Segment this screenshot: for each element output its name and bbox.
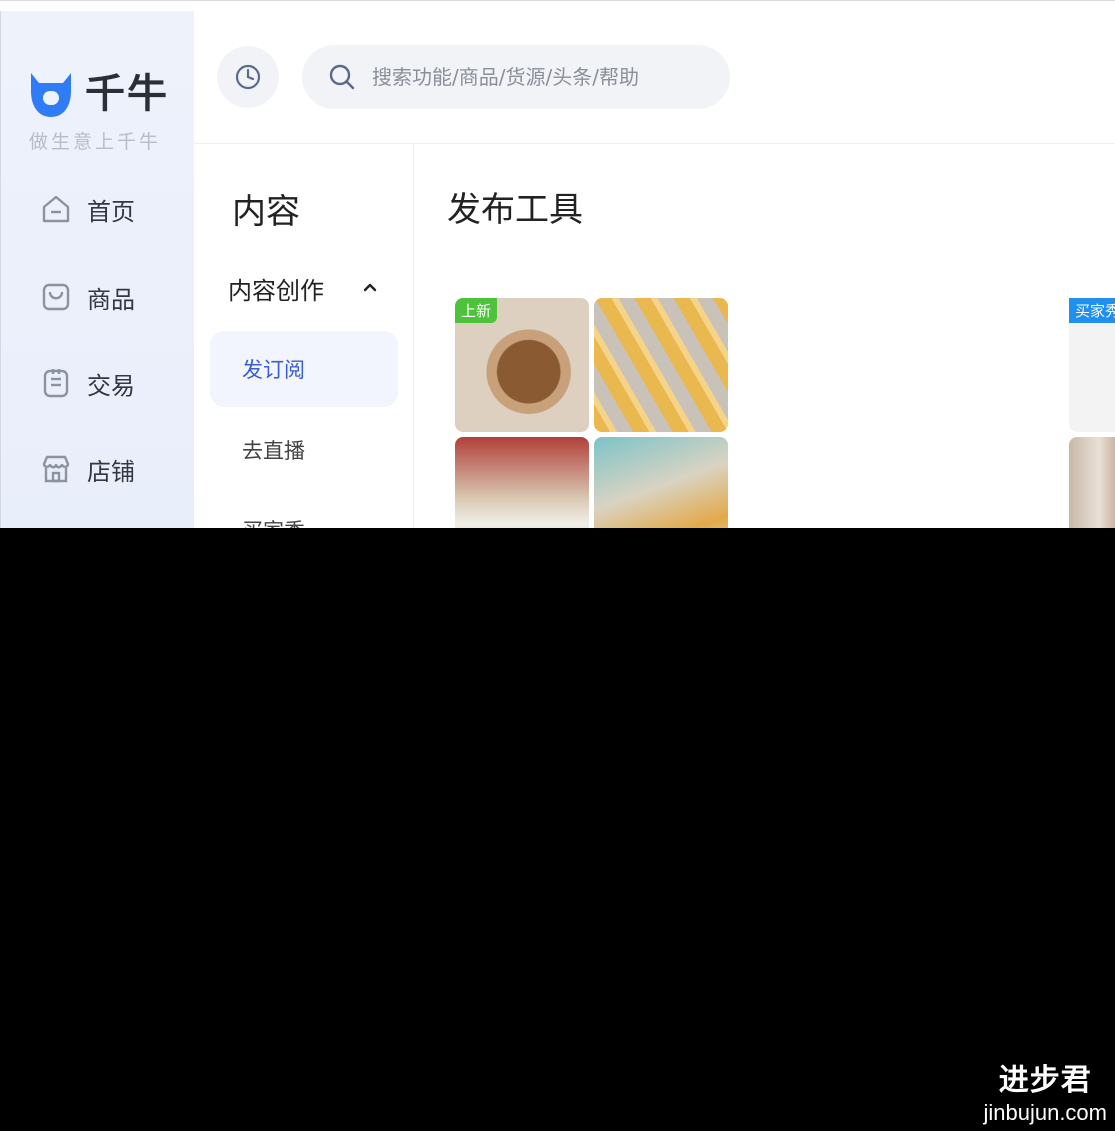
chevron-up-icon (363, 283, 377, 292)
rail-item-label: 交易 (87, 371, 135, 400)
biscuits-image (594, 298, 728, 432)
left-rail: 千牛 做生意上千牛 首页 商品 交易 店铺 (0, 11, 195, 528)
badge-buyer-show: 买家秀 (1069, 298, 1115, 323)
app-logo[interactable]: 千牛 做生意上千牛 (27, 67, 187, 157)
subnav-item-buyer-show[interactable]: 买家秀 (210, 492, 398, 528)
logo-text: 千牛 (85, 71, 169, 117)
main-content: 发布工具 上新 买家秀 (414, 144, 1115, 528)
search-bar[interactable] (302, 45, 730, 109)
clock-icon (235, 64, 261, 90)
rail-item-home[interactable]: 首页 (39, 189, 179, 229)
subnav-item-label: 买家秀 (242, 515, 305, 528)
buyer-show-photo (1069, 437, 1115, 528)
top-bar (194, 11, 1115, 144)
bull-logo-icon (31, 73, 71, 117)
home-icon (42, 195, 70, 223)
buyer-show-preview: 买家秀 (1069, 298, 1115, 432)
search-icon (329, 64, 355, 90)
subnav-title: 内容 (232, 192, 300, 232)
dessert-image (455, 437, 589, 528)
watermark: 进步君 jinbujun.com (983, 1063, 1107, 1127)
main-title: 发布工具 (447, 190, 583, 230)
subnav-item-live[interactable]: 去直播 (210, 412, 398, 488)
history-button[interactable] (217, 46, 279, 108)
order-clipboard-icon (43, 369, 69, 398)
watermark-url: jinbujun.com (983, 1100, 1107, 1125)
rail-item-goods[interactable]: 商品 (39, 277, 179, 317)
shopping-bag-icon (42, 283, 70, 311)
group-label: 内容创作 (228, 276, 324, 305)
nuts-image: 上新 (455, 298, 589, 432)
rail-item-trade[interactable]: 交易 (39, 363, 179, 403)
badge-new: 上新 (455, 298, 498, 323)
watermark-name: 进步君 (998, 1063, 1092, 1098)
rail-item-label: 商品 (87, 285, 135, 314)
logo-slogan: 做生意上千牛 (29, 131, 162, 153)
cheesecake-image (594, 437, 728, 528)
store-icon (42, 455, 70, 483)
rail-item-label: 店铺 (87, 457, 135, 486)
subnav-item-subscription[interactable]: 发订阅 (210, 331, 398, 407)
tool-card-new-product[interactable]: 上新 (455, 298, 731, 528)
subnav-item-label: 去直播 (242, 439, 305, 463)
rail-item-store[interactable]: 店铺 (39, 449, 179, 489)
content-subnav: 内容 内容创作 发订阅 去直播 买家秀 (194, 144, 414, 528)
subnav-item-label: 发订阅 (242, 358, 305, 382)
search-input[interactable] (370, 64, 704, 90)
group-content-creation[interactable]: 内容创作 (228, 270, 388, 306)
tool-card-buyer-show[interactable]: 买家秀 (1069, 298, 1115, 528)
rail-item-label: 首页 (87, 197, 135, 226)
qianniu-app-window: 千牛 做生意上千牛 首页 商品 交易 店铺 搜索功能/商品/货源/头条/帮助 内… (0, 0, 1115, 528)
